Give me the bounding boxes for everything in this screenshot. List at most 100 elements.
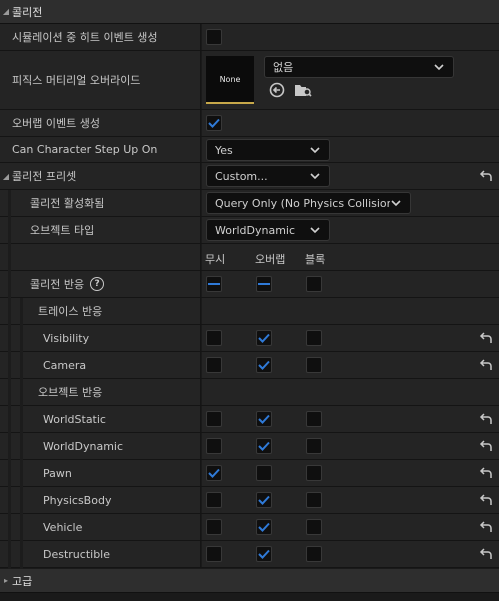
response-row: Camera (0, 352, 499, 379)
response-block-checkbox[interactable] (306, 411, 322, 427)
response-overlap-checkbox[interactable] (256, 438, 272, 454)
material-thumbnail[interactable]: None (206, 56, 254, 104)
response-block-checkbox[interactable] (306, 465, 322, 481)
response-overlap-checkbox[interactable] (256, 330, 272, 346)
response-ignore-checkbox[interactable] (206, 465, 222, 481)
chevron-down-icon (310, 147, 320, 154)
collision-enabled-combo[interactable]: Query Only (No Physics Collision) (206, 192, 411, 214)
property-label: 콜리전 반응 (30, 278, 85, 291)
help-icon[interactable]: ? (90, 277, 105, 291)
chevron-down-icon (434, 64, 444, 71)
combo-value: Yes (215, 143, 233, 157)
channel-label: Camera (43, 358, 87, 372)
response-ignore-checkbox[interactable] (206, 411, 222, 427)
property-row-preset: ◢ 콜리전 프리셋 Custom... (0, 163, 499, 190)
folder-search-icon[interactable] (294, 82, 312, 98)
property-row-sim-hit: 시뮬레이션 중 히트 이벤트 생성 (0, 24, 499, 51)
response-block-checkbox[interactable] (306, 492, 322, 508)
collapse-arrow-icon[interactable]: ◢ (0, 7, 12, 16)
browse-arrow-icon[interactable] (269, 82, 285, 98)
property-label: 오버랩 이벤트 생성 (12, 117, 100, 130)
response-row: Destructible (0, 541, 499, 568)
step-up-combo[interactable]: Yes (206, 139, 330, 161)
response-ignore-checkbox[interactable] (206, 492, 222, 508)
section-header-collision[interactable]: ◢ 콜리전 (0, 0, 499, 24)
column-header-block: 블록 (305, 253, 326, 266)
response-overlap-checkbox[interactable] (256, 411, 272, 427)
reset-arrow-icon[interactable] (479, 439, 493, 453)
overlap-events-checkbox[interactable] (206, 115, 222, 131)
response-block-checkbox[interactable] (306, 330, 322, 346)
combo-value: Query Only (No Physics Collision) (215, 196, 390, 210)
reset-arrow-icon[interactable] (479, 331, 493, 345)
object-type-combo[interactable]: WorldDynamic (206, 219, 330, 241)
response-ignore-checkbox[interactable] (206, 519, 222, 535)
response-header-row (0, 244, 499, 271)
reset-arrow-icon[interactable] (479, 547, 493, 561)
preset-combo[interactable]: Custom... (206, 165, 330, 187)
channel-label: WorldStatic (43, 412, 106, 426)
response-block-checkbox[interactable] (306, 546, 322, 562)
reset-arrow-icon[interactable] (479, 169, 493, 183)
channel-label: Destructible (43, 547, 110, 561)
object-response-header: 오브젝트 반응 (0, 379, 499, 406)
reset-arrow-icon[interactable] (479, 358, 493, 372)
indeterminate-icon (258, 283, 270, 285)
response-overlap-checkbox[interactable] (256, 546, 272, 562)
section-title: 콜리전 (12, 5, 43, 19)
response-ignore-checkbox[interactable] (206, 546, 222, 562)
property-label: 피직스 머티리얼 오버라이드 (12, 74, 141, 87)
subsection-label: 트레이스 반응 (38, 305, 103, 318)
details-panel: ◢ 콜리전 시뮬레이션 중 히트 이벤트 생성 피직스 머티리얼 오버라이드 N… (0, 0, 499, 601)
response-block-checkbox[interactable] (306, 519, 322, 535)
response-row: Pawn (0, 460, 499, 487)
response-overlap-checkbox[interactable] (256, 357, 272, 373)
combo-value: WorldDynamic (215, 223, 296, 237)
response-ignore-checkbox[interactable] (206, 357, 222, 373)
combo-value: Custom... (215, 169, 268, 183)
response-all-block-checkbox[interactable] (306, 276, 322, 292)
combo-value: 없음 (273, 61, 294, 74)
chevron-down-icon (310, 227, 320, 234)
reset-arrow-icon[interactable] (479, 520, 493, 534)
response-ignore-checkbox[interactable] (206, 438, 222, 454)
reset-arrow-icon[interactable] (479, 412, 493, 426)
property-row-overlap-events: 오버랩 이벤트 생성 (0, 110, 499, 137)
response-row: Visibility (0, 325, 499, 352)
sim-hit-checkbox[interactable] (206, 29, 222, 45)
response-block-checkbox[interactable] (306, 438, 322, 454)
checkmark-icon (258, 414, 270, 424)
reset-arrow-icon[interactable] (479, 466, 493, 480)
response-all-overlap-checkbox[interactable] (256, 276, 272, 292)
response-overlap-checkbox[interactable] (256, 519, 272, 535)
phys-material-combo[interactable]: 없음 (264, 56, 454, 78)
section-header-advanced[interactable]: ▸ 고급 (0, 569, 499, 593)
channel-label: PhysicsBody (43, 493, 112, 507)
indeterminate-icon (208, 283, 220, 285)
property-row-step-up: Can Character Step Up On Yes (0, 137, 499, 163)
indent-guide (20, 298, 23, 569)
checkmark-icon (208, 468, 220, 478)
property-label: 콜리전 프리셋 (12, 170, 77, 183)
reset-arrow-icon[interactable] (479, 493, 493, 507)
checkmark-icon (208, 118, 220, 128)
property-label: Can Character Step Up On (12, 143, 158, 156)
property-row-collision-enabled: 콜리전 활성화됨 Query Only (No Physics Collisio… (0, 190, 499, 217)
collapse-arrow-icon[interactable]: ◢ (0, 172, 12, 181)
response-ignore-checkbox[interactable] (206, 330, 222, 346)
response-overlap-checkbox[interactable] (256, 492, 272, 508)
channel-label: WorldDynamic (43, 439, 124, 453)
response-block-checkbox[interactable] (306, 357, 322, 373)
indent-guide (8, 190, 11, 569)
response-row: Vehicle (0, 514, 499, 541)
property-label: 오브젝트 타입 (30, 224, 95, 237)
property-label: 콜리전 활성화됨 (30, 197, 105, 210)
checkmark-icon (258, 522, 270, 532)
response-row: WorldStatic (0, 406, 499, 433)
checkmark-icon (258, 549, 270, 559)
expand-arrow-icon[interactable]: ▸ (0, 576, 12, 585)
response-all-ignore-checkbox[interactable] (206, 276, 222, 292)
response-row: WorldDynamic (0, 433, 499, 460)
response-overlap-checkbox[interactable] (256, 465, 272, 481)
checkmark-icon (258, 360, 270, 370)
